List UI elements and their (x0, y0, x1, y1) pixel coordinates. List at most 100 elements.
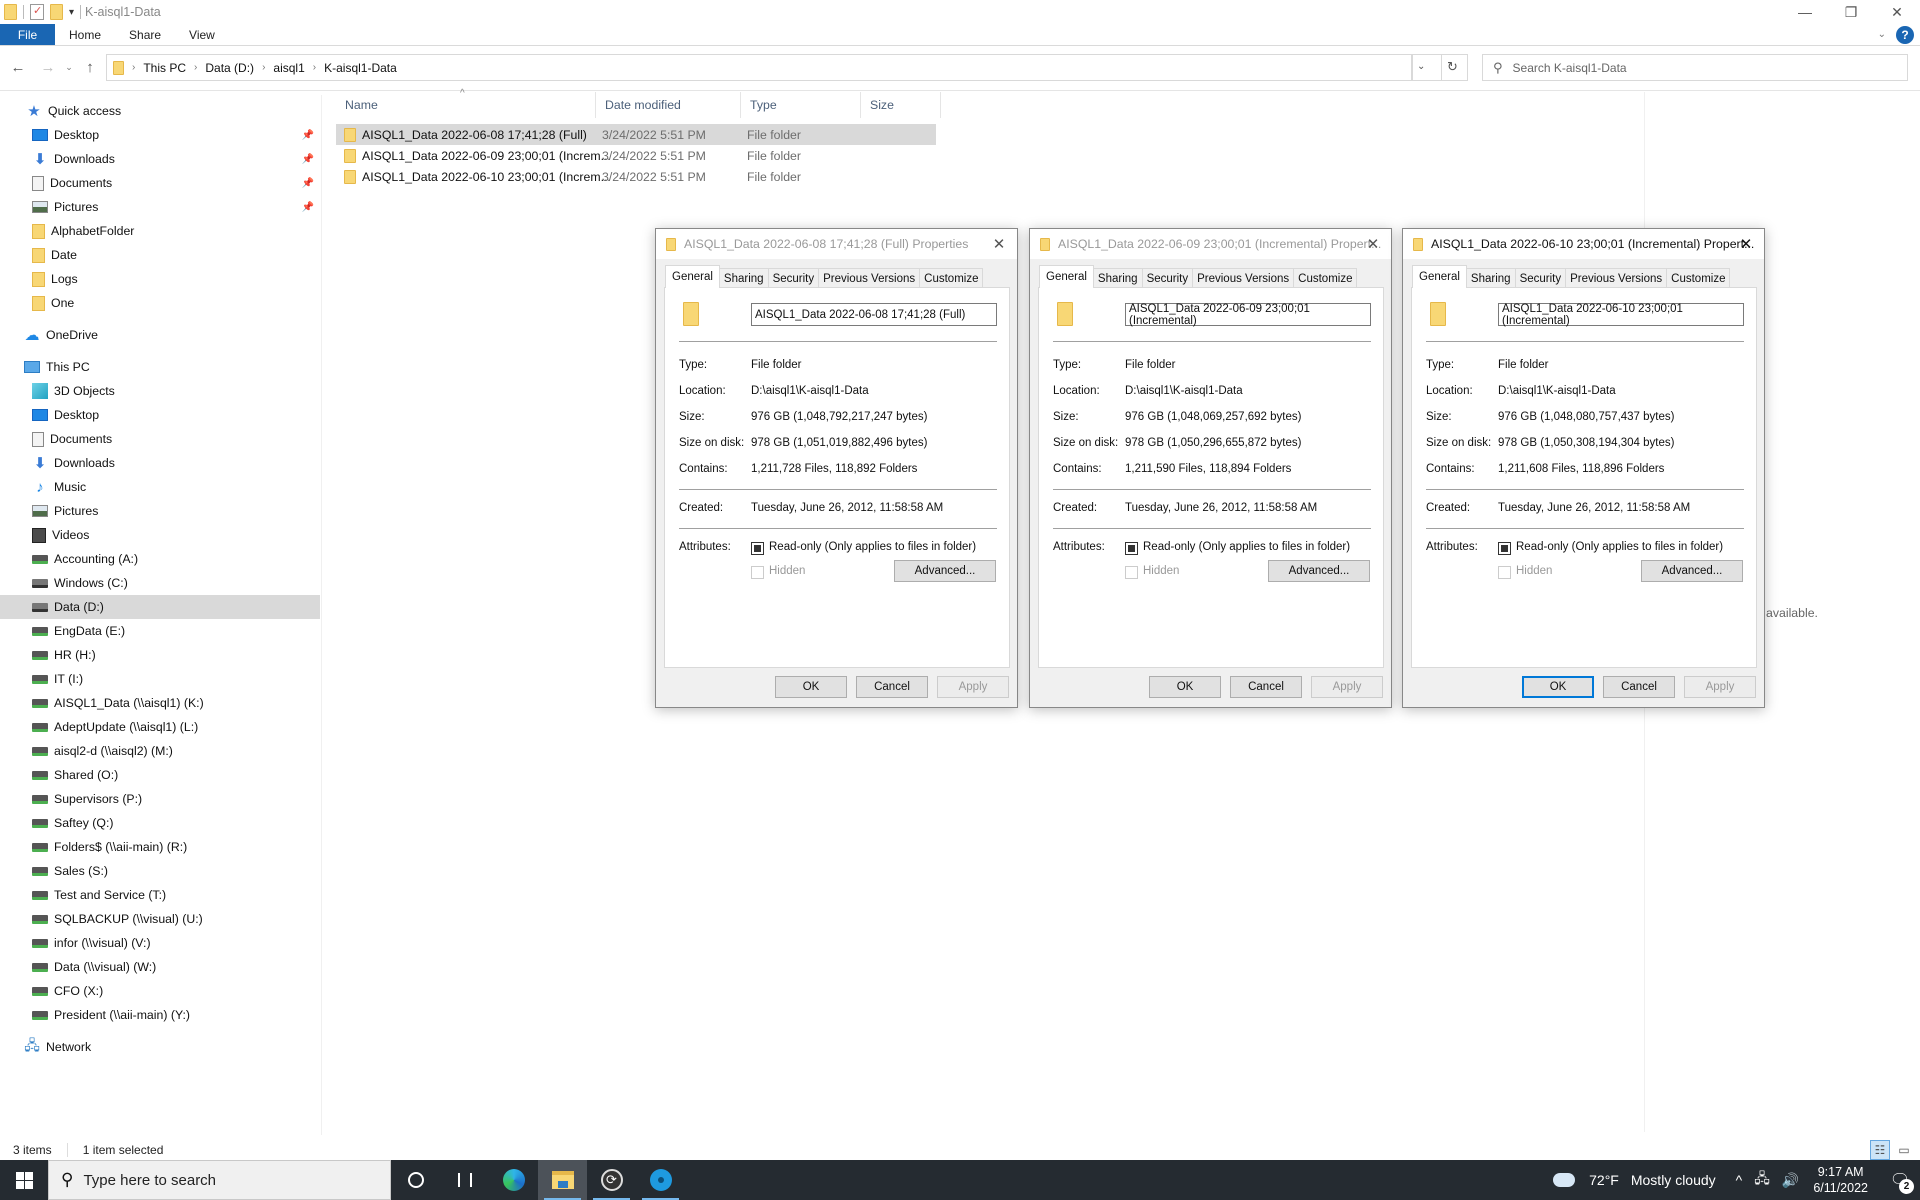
tab-general[interactable]: General (1039, 265, 1094, 288)
address-bar[interactable]: › This PC › Data (D:) › aisql1 › K-aisql… (106, 54, 1412, 81)
tab-sharing[interactable]: Sharing (718, 268, 769, 288)
breadcrumb-k-aisql1-data[interactable]: K-aisql1-Data (324, 61, 397, 75)
large-icons-view-icon[interactable]: ▭ (1894, 1140, 1914, 1160)
sidebar-item-it-i[interactable]: IT (I:) (0, 667, 320, 691)
apply-button[interactable]: Apply (1684, 676, 1756, 698)
column-header-date-modified[interactable]: Date modified (596, 92, 741, 118)
dialog-title-bar[interactable]: AISQL1_Data 2022-06-10 23;00;01 (Increme… (1403, 229, 1764, 259)
tab-file[interactable]: File (0, 24, 55, 45)
sidebar-item-3d-objects[interactable]: 3D Objects (0, 379, 320, 403)
tab-sharing[interactable]: Sharing (1465, 268, 1516, 288)
sidebar-item-network[interactable]: 🖧 Network (0, 1035, 320, 1059)
tab-previous-versions[interactable]: Previous Versions (1565, 268, 1668, 288)
maximize-button[interactable]: ❐ (1828, 0, 1874, 24)
taskbar-app-sync[interactable]: ⟳ (587, 1160, 636, 1200)
tab-previous-versions[interactable]: Previous Versions (818, 268, 921, 288)
sidebar-item-date[interactable]: Date (0, 243, 320, 267)
new-folder-icon[interactable] (50, 4, 63, 20)
sidebar-item-data-d[interactable]: Data (D:) (0, 595, 320, 619)
sidebar-item-test-and-service-t[interactable]: Test and Service (T:) (0, 883, 320, 907)
apply-button[interactable]: Apply (937, 676, 1009, 698)
minimize-button[interactable]: — (1782, 0, 1828, 24)
folder-name-input[interactable]: AISQL1_Data 2022-06-08 17;41;28 (Full) (751, 303, 997, 326)
sidebar-item-saftey-q[interactable]: Saftey (Q:) (0, 811, 320, 835)
up-button[interactable]: ↑ (78, 55, 102, 79)
ok-button[interactable]: OK (775, 676, 847, 698)
tab-customize[interactable]: Customize (1666, 268, 1731, 288)
breadcrumb-aisql1[interactable]: aisql1 (273, 61, 304, 75)
close-button[interactable]: ✕ (1874, 0, 1920, 24)
tab-general[interactable]: General (1412, 265, 1467, 288)
expand-ribbon-icon[interactable]: ⌄ (1878, 29, 1886, 40)
sidebar-item-documents[interactable]: Documents (0, 427, 320, 451)
properties-icon[interactable] (30, 4, 44, 20)
readonly-checkbox[interactable] (751, 542, 764, 555)
tab-previous-versions[interactable]: Previous Versions (1192, 268, 1295, 288)
sidebar-item-pictures[interactable]: Pictures 📌 (0, 195, 320, 219)
readonly-checkbox[interactable] (1498, 542, 1511, 555)
sidebar-item-logs[interactable]: Logs (0, 267, 320, 291)
chevron-right-icon[interactable]: › (313, 62, 316, 73)
hidden-checkbox[interactable] (1498, 566, 1511, 579)
sidebar-item-desktop[interactable]: Desktop (0, 403, 320, 427)
column-header-name[interactable]: Name ^ (336, 88, 596, 118)
weather-cloudy-icon[interactable] (1551, 1169, 1576, 1187)
sidebar-item-one[interactable]: One (0, 291, 320, 315)
refresh-icon[interactable]: ↻ (1447, 59, 1458, 75)
dialog-title-bar[interactable]: AISQL1_Data 2022-06-08 17;41;28 (Full) P… (656, 229, 1017, 259)
tab-share[interactable]: Share (115, 24, 175, 45)
sidebar-item-supervisors-p[interactable]: Supervisors (P:) (0, 787, 320, 811)
column-header-size[interactable]: Size (861, 92, 941, 118)
forward-button[interactable]: → (36, 55, 60, 79)
sidebar-item-alphabetfolder[interactable]: AlphabetFolder (0, 219, 320, 243)
sidebar-item-downloads[interactable]: ⬇ Downloads (0, 451, 320, 475)
volume-icon[interactable]: 🔊 (1782, 1172, 1799, 1189)
chevron-right-icon[interactable]: › (262, 62, 265, 73)
cancel-button[interactable]: Cancel (1230, 676, 1302, 698)
tab-sharing[interactable]: Sharing (1092, 268, 1143, 288)
customize-qat-icon[interactable]: ▾ (69, 7, 74, 18)
clock[interactable]: 9:17 AM 6/11/2022 (1813, 1164, 1868, 1196)
dialog-close-button[interactable]: ✕ (987, 232, 1011, 256)
cancel-button[interactable]: Cancel (856, 676, 928, 698)
sidebar-item-sales-s[interactable]: Sales (S:) (0, 859, 320, 883)
task-view-button[interactable] (440, 1160, 489, 1200)
sidebar-item-windows-c[interactable]: Windows (C:) (0, 571, 320, 595)
sidebar-item-aisql1-data-aisql1-k[interactable]: AISQL1_Data (\\aisql1) (K:) (0, 691, 320, 715)
show-hidden-icons-chevron[interactable]: ^ (1736, 1172, 1743, 1188)
cortana-button[interactable] (391, 1160, 440, 1200)
breadcrumb-this-pc[interactable]: This PC (143, 61, 186, 75)
sidebar-item-documents[interactable]: Documents 📌 (0, 171, 320, 195)
sidebar-item-sqlbackup-visual-u[interactable]: SQLBACKUP (\\visual) (U:) (0, 907, 320, 931)
tab-security[interactable]: Security (1141, 268, 1194, 288)
sidebar-item-music[interactable]: ♪ Music (0, 475, 320, 499)
chevron-right-icon[interactable]: › (132, 62, 135, 73)
readonly-checkbox[interactable] (1125, 542, 1138, 555)
tab-customize[interactable]: Customize (919, 268, 984, 288)
file-row[interactable]: AISQL1_Data 2022-06-08 17;41;28 (Full) 3/… (336, 124, 936, 145)
taskbar-app-file-explorer[interactable] (538, 1160, 587, 1200)
sidebar-item-hr-h[interactable]: HR (H:) (0, 643, 320, 667)
dialog-close-button[interactable]: ✕ (1361, 232, 1385, 256)
dialog-close-button[interactable]: ✕ (1734, 232, 1758, 256)
network-icon[interactable]: 🖧 (1754, 1168, 1770, 1192)
tab-general[interactable]: General (665, 265, 720, 288)
sidebar-item-aisql2-d-aisql2-m[interactable]: aisql2-d (\\aisql2) (M:) (0, 739, 320, 763)
ok-button[interactable]: OK (1522, 676, 1594, 698)
hidden-checkbox[interactable] (751, 566, 764, 579)
sidebar-item-cfo-x[interactable]: CFO (X:) (0, 979, 320, 1003)
weather-condition[interactable]: Mostly cloudy (1631, 1172, 1716, 1188)
sidebar-item-data-visual-w[interactable]: Data (\\visual) (W:) (0, 955, 320, 979)
back-button[interactable]: ← (6, 55, 30, 79)
advanced-button[interactable]: Advanced... (894, 560, 996, 582)
apply-button[interactable]: Apply (1311, 676, 1383, 698)
sidebar-item-folders-aii-main-r[interactable]: Folders$ (\\aii-main) (R:) (0, 835, 320, 859)
recent-locations-button[interactable]: ⌄ (62, 55, 76, 79)
column-header-type[interactable]: Type (741, 92, 861, 118)
sidebar-item-desktop[interactable]: Desktop 📌 (0, 123, 320, 147)
dialog-title-bar[interactable]: AISQL1_Data 2022-06-09 23;00;01 (Increme… (1030, 229, 1391, 259)
advanced-button[interactable]: Advanced... (1268, 560, 1370, 582)
taskbar-app-disc[interactable] (636, 1160, 685, 1200)
file-row[interactable]: AISQL1_Data 2022-06-09 23;00;01 (Increm.… (336, 145, 936, 166)
search-input[interactable]: ⚲ Search K-aisql1-Data (1482, 54, 1908, 81)
